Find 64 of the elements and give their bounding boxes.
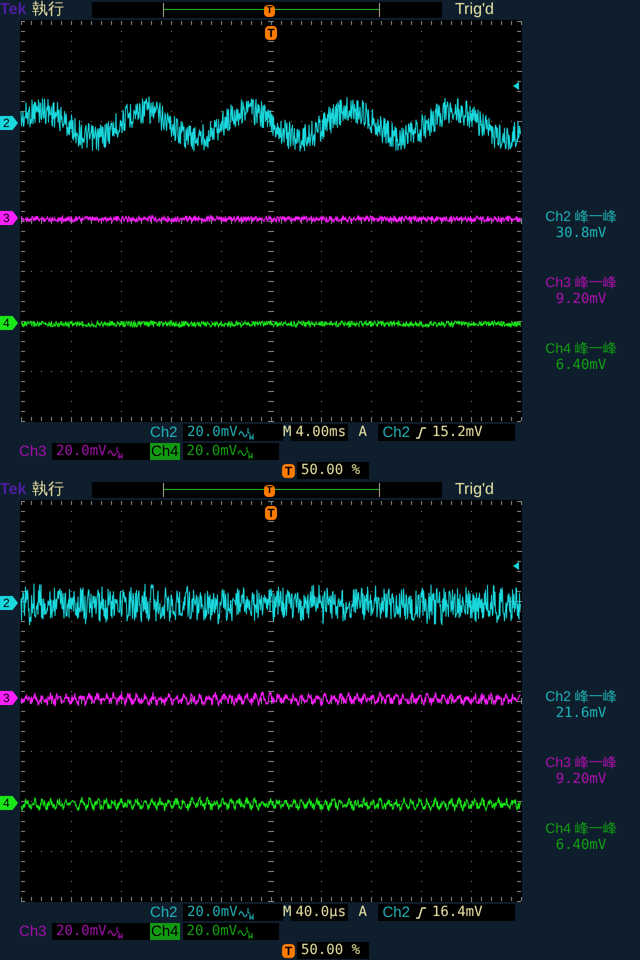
trigger-level-icon bbox=[513, 562, 519, 570]
bandwidth-limit-icon bbox=[237, 444, 254, 458]
measurement-label: Ch2 峰一峰 bbox=[545, 688, 617, 705]
channel-label: Ch3 bbox=[19, 923, 48, 940]
timebase-value: 40.0µs bbox=[291, 904, 348, 921]
channel-scale: 20.0mV bbox=[52, 923, 150, 940]
measurement-label: Ch2 峰一峰 bbox=[545, 208, 617, 225]
trigger-mode-label: A bbox=[358, 904, 368, 921]
channel-label: Ch4 bbox=[150, 443, 180, 460]
bandwidth-limit-icon bbox=[238, 906, 254, 920]
measurement-value: 9.20mV bbox=[556, 291, 606, 308]
channel-label: Ch2 bbox=[150, 904, 179, 921]
run-status: 執行 bbox=[32, 480, 65, 500]
channel-marker: 3 bbox=[0, 211, 18, 225]
bandwidth-limit-icon bbox=[106, 444, 123, 458]
channel-scale: 20.0mV bbox=[183, 904, 283, 921]
bandwidth-limit-icon bbox=[106, 924, 123, 938]
trigger-mode-label: A bbox=[358, 424, 368, 441]
measurement-value: 21.6mV bbox=[556, 705, 606, 722]
trigger-level: 16.4mV bbox=[432, 904, 483, 921]
rising-edge-icon bbox=[416, 426, 426, 438]
trigger-level: 15.2mV bbox=[432, 424, 483, 441]
channel-label: Ch4 bbox=[150, 923, 180, 940]
bandwidth-limit-icon bbox=[237, 924, 254, 938]
brand-label: Tek bbox=[0, 480, 28, 500]
channel-scale: 20.0mV bbox=[182, 923, 279, 940]
trigger-marker: T bbox=[264, 485, 275, 497]
rising-edge-icon bbox=[416, 906, 426, 918]
trigger-position-icon: T bbox=[282, 464, 295, 478]
channel-scale: 20.0mV bbox=[183, 424, 283, 441]
trigger-source: Ch2 bbox=[382, 904, 410, 921]
channel-label: Ch3 bbox=[19, 443, 48, 460]
timebase-label: M bbox=[283, 904, 292, 921]
channel-marker: 2 bbox=[0, 596, 18, 610]
trigger-level-icon bbox=[513, 82, 519, 90]
channel-scale: 20.0mV bbox=[182, 443, 279, 460]
measurement-label: Ch3 峰一峰 bbox=[545, 754, 617, 771]
measurement-value: 30.8mV bbox=[556, 225, 606, 242]
trigger-position-value: 50.00 % bbox=[297, 942, 369, 959]
measurement-label: Ch3 峰一峰 bbox=[545, 274, 617, 291]
trigger-marker: T bbox=[264, 5, 275, 17]
trigger-source: Ch2 bbox=[382, 424, 410, 441]
channel-marker: 3 bbox=[0, 691, 18, 705]
measurement-value: 9.20mV bbox=[556, 771, 606, 788]
trigger-position-marker: T bbox=[265, 26, 277, 40]
measurement-value: 6.40mV bbox=[556, 837, 606, 854]
run-status: 執行 bbox=[32, 0, 65, 20]
trigger-position-marker: T bbox=[265, 506, 277, 520]
trigger-position-value: 50.00 % bbox=[297, 462, 369, 479]
trigger-status: Trig'd bbox=[455, 480, 494, 500]
channel-scale: 20.0mV bbox=[52, 443, 150, 460]
channel-marker: 2 bbox=[0, 116, 18, 130]
channel-label: Ch2 bbox=[150, 424, 179, 441]
timebase-label: M bbox=[283, 424, 292, 441]
bandwidth-limit-icon bbox=[238, 426, 254, 440]
channel-marker: 4 bbox=[0, 316, 18, 330]
channel-marker: 4 bbox=[0, 796, 18, 810]
measurement-value: 6.40mV bbox=[556, 357, 606, 374]
measurement-label: Ch4 峰一峰 bbox=[545, 340, 617, 357]
measurement-label: Ch4 峰一峰 bbox=[545, 820, 617, 837]
trigger-position-icon: T bbox=[282, 944, 295, 958]
trigger-status: Trig'd bbox=[455, 0, 494, 20]
brand-label: Tek bbox=[0, 0, 28, 20]
timebase-value: 4.00ms bbox=[291, 424, 348, 441]
